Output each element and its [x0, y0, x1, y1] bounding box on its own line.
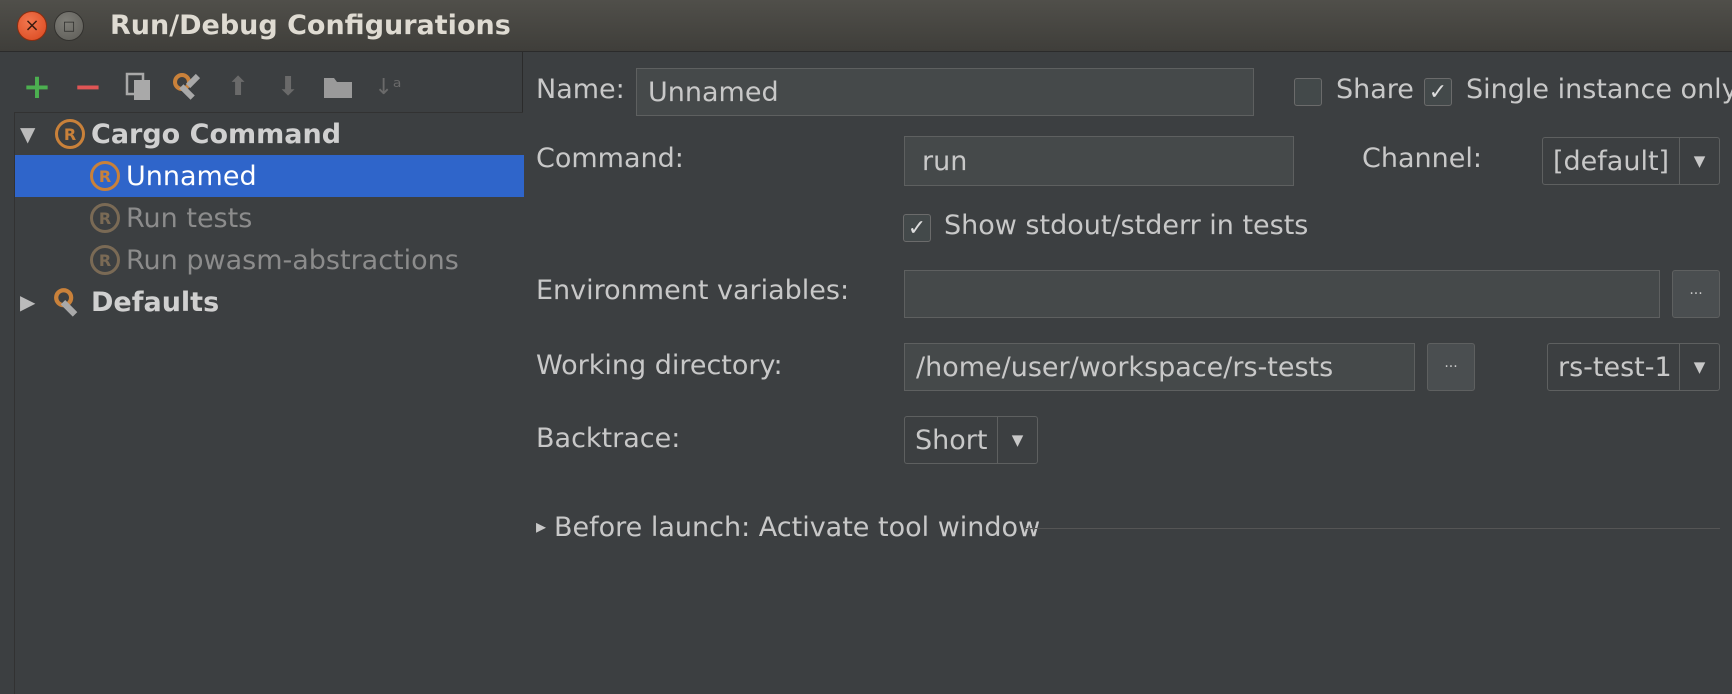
share-label: Share: [1336, 74, 1414, 105]
tree-item-label: Run tests: [126, 202, 253, 234]
chevron-down-icon: ▼: [1679, 138, 1719, 184]
tree-group-label: Cargo Command: [91, 118, 342, 150]
tree-item-run-tests[interactable]: R Run tests: [15, 197, 524, 239]
environment-variables-label: Environment variables:: [536, 275, 850, 306]
channel-label: Channel:: [1362, 143, 1482, 174]
defaults-icon: [53, 287, 85, 326]
before-launch-label[interactable]: Before launch: Activate tool window: [554, 512, 1040, 543]
minimize-window-button[interactable]: □: [54, 11, 84, 41]
title-bar: × □ Run/Debug Configurations: [0, 0, 1732, 52]
backtrace-dropdown[interactable]: Short ▼: [904, 416, 1038, 464]
show-stdout-checkbox[interactable]: ✓: [903, 214, 931, 242]
configurations-tree: ▼ R Cargo Command R Unnamed R Run tests …: [14, 112, 524, 694]
rust-icon: R: [90, 203, 120, 233]
working-directory-label: Working directory:: [536, 350, 783, 381]
divider: [1024, 528, 1720, 529]
chevron-down-icon: ▼: [997, 417, 1037, 463]
rust-icon: R: [90, 245, 120, 275]
tree-item-unnamed[interactable]: R Unnamed: [15, 155, 524, 197]
name-label: Name:: [536, 74, 625, 105]
collapsed-arrow-icon[interactable]: ▶: [20, 290, 35, 314]
folder-icon[interactable]: [321, 70, 355, 104]
command-label: Command:: [536, 143, 684, 174]
single-instance-label: Single instance only: [1466, 74, 1732, 105]
tree-group-defaults[interactable]: ▶ Defaults: [15, 281, 524, 323]
module-dropdown[interactable]: rs-test-1 ▼: [1547, 343, 1720, 391]
working-directory-input[interactable]: /home/user/workspace/rs-tests: [904, 343, 1415, 391]
env-browse-button[interactable]: ···: [1672, 270, 1720, 318]
environment-variables-input[interactable]: [904, 270, 1660, 318]
rust-icon: R: [90, 161, 120, 191]
chevron-down-icon: ▼: [1679, 344, 1719, 390]
edit-defaults-icon[interactable]: [170, 70, 204, 104]
backtrace-label: Backtrace:: [536, 423, 681, 454]
single-instance-checkbox[interactable]: ✓: [1424, 78, 1452, 106]
backtrace-value: Short: [915, 424, 988, 456]
tree-group-cargo-command[interactable]: ▼ R Cargo Command: [15, 113, 524, 155]
share-checkbox[interactable]: [1294, 78, 1322, 106]
module-value: rs-test-1: [1558, 351, 1672, 383]
channel-dropdown[interactable]: [default] ▼: [1542, 137, 1720, 185]
rust-icon: R: [55, 119, 85, 149]
name-input[interactable]: Unnamed: [636, 68, 1254, 116]
show-stdout-label: Show stdout/stderr in tests: [944, 210, 1309, 241]
add-icon[interactable]: +: [20, 67, 54, 107]
workdir-browse-button[interactable]: ···: [1427, 343, 1475, 391]
tree-defaults-label: Defaults: [91, 286, 220, 318]
close-window-button[interactable]: ×: [17, 11, 47, 41]
move-down-icon[interactable]: ⬇: [271, 70, 305, 104]
move-up-icon[interactable]: ⬆: [221, 70, 255, 104]
expand-arrow-icon[interactable]: ▸: [536, 514, 546, 538]
tree-item-label: Unnamed: [126, 160, 257, 192]
remove-icon[interactable]: −: [71, 67, 105, 107]
copy-icon[interactable]: [122, 70, 156, 104]
window-title: Run/Debug Configurations: [110, 10, 511, 41]
sort-alpha-icon[interactable]: ↓ᵃ: [371, 70, 405, 104]
command-input[interactable]: run: [904, 136, 1294, 186]
tree-item-label: Run pwasm-abstractions: [126, 244, 459, 276]
tree-item-run-pwasm-abstractions[interactable]: R Run pwasm-abstractions: [15, 239, 524, 281]
channel-value: [default]: [1553, 145, 1670, 177]
expanded-arrow-icon[interactable]: ▼: [20, 122, 35, 146]
